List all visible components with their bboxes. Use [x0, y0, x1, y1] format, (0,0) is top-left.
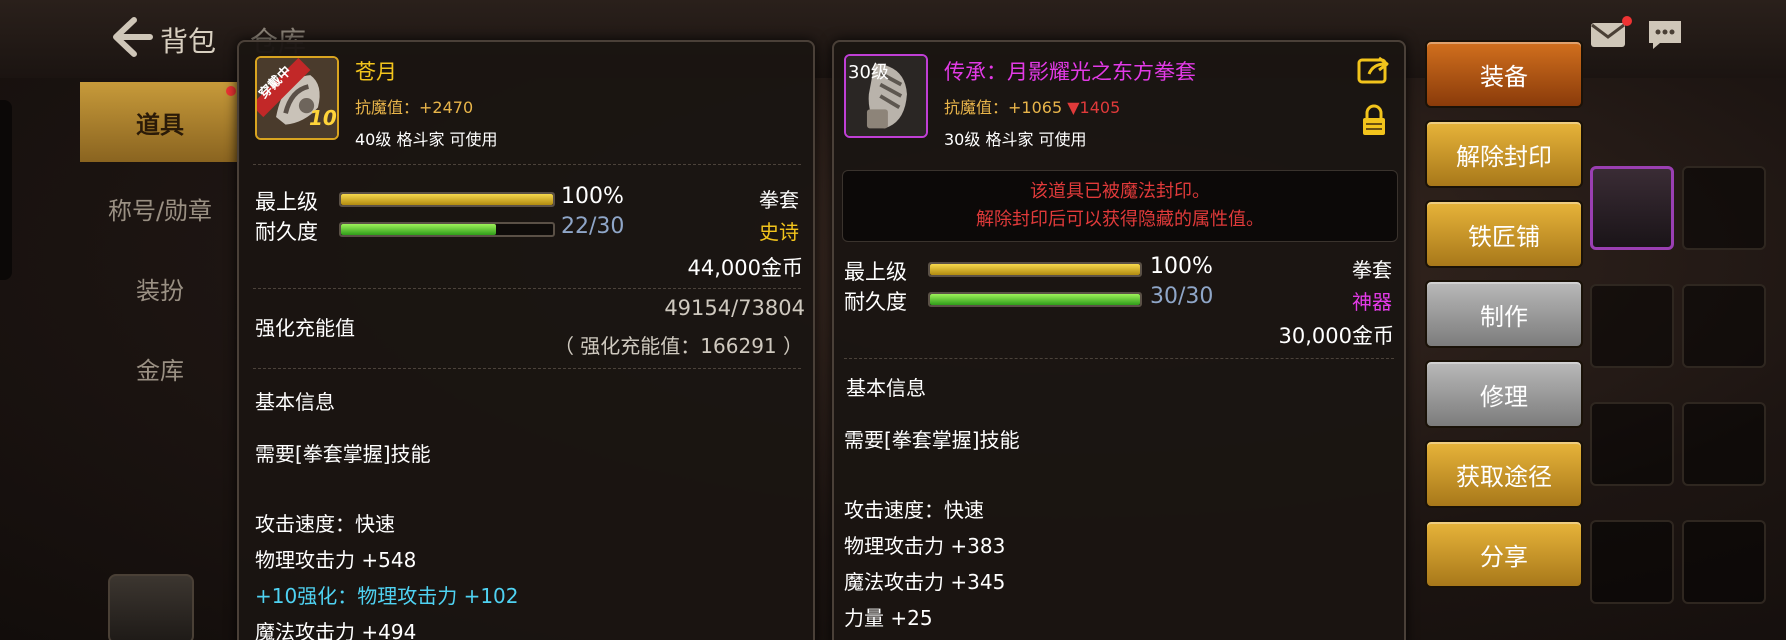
inventory-slot[interactable] — [1682, 402, 1766, 486]
resist-diff: ▼1405 — [1067, 98, 1121, 117]
charge-label: 强化充能值 — [255, 316, 355, 340]
unseal-button[interactable]: 解除封印 — [1425, 120, 1583, 188]
repair-button[interactable]: 修理 — [1425, 360, 1583, 428]
durability-label: 耐久度 — [255, 220, 318, 244]
info-line: +10强化：物理攻击力 +102 — [255, 584, 519, 608]
level-bar — [339, 192, 555, 207]
sealed-line: 该道具已被魔法封印。 — [1030, 181, 1210, 202]
charge-note: （ 强化充能值：166291 ） — [553, 334, 803, 358]
magic-resist: 抗魔值：+2470 — [355, 98, 474, 117]
nav-item-label: 道具 — [136, 110, 184, 139]
sealed-line: 解除封印后可以获得隐藏的属性值。 — [976, 209, 1264, 230]
notification-dot — [226, 86, 236, 96]
back-arrow-icon[interactable] — [104, 14, 154, 60]
info-line: 需要[拳套掌握]技能 — [844, 428, 1020, 452]
craft-button[interactable]: 制作 — [1425, 280, 1583, 348]
inventory-slot[interactable] — [1682, 166, 1766, 250]
requirement: 40级 格斗家 可使用 — [355, 130, 498, 149]
equip-button[interactable]: 装备 — [1425, 40, 1583, 108]
info-line: 魔法攻击力 +345 — [844, 570, 1006, 594]
level-label: 最上级 — [255, 190, 318, 214]
nav-item-label: 称号/勋章 — [107, 196, 213, 225]
item-price: 30,000金币 — [1278, 324, 1394, 348]
inventory-slot[interactable] — [1590, 402, 1674, 486]
nav-item-label: 装扮 — [136, 276, 184, 305]
inventory-slot[interactable] — [1590, 284, 1674, 368]
info-line: 物理攻击力 +383 — [844, 534, 1006, 558]
blacksmith-button[interactable]: 铁匠铺 — [1425, 200, 1583, 268]
nav-item-vault[interactable]: 金库 — [80, 328, 240, 408]
durability-bar-fill — [341, 224, 497, 235]
item-name: 传承：月影耀光之东方拳套 — [944, 60, 1196, 84]
compared-item-tooltip: 30级 传承：月影耀光之东方拳套 抗魔值：+1065 ▼1405 30级 格斗家… — [832, 40, 1406, 640]
inventory-slot[interactable] — [1682, 284, 1766, 368]
item-price: 44,000金币 — [687, 256, 803, 280]
level-bar — [928, 262, 1142, 277]
section-title: 基本信息 — [846, 376, 926, 400]
info-line: 需要[拳套掌握]技能 — [255, 442, 431, 466]
screen-edge — [0, 100, 12, 280]
durability-value: 30/30 — [1150, 284, 1214, 309]
info-line: 攻击速度：快速 — [255, 512, 395, 536]
info-line: 攻击速度：快速 — [844, 498, 984, 522]
level-value: 100% — [1150, 254, 1213, 279]
durability-bar — [339, 222, 555, 237]
sealed-notice: 该道具已被魔法封印。 解除封印后可以获得隐藏的属性值。 — [842, 170, 1398, 242]
level-label: 最上级 — [844, 260, 907, 284]
enhance-level: 10 — [309, 106, 337, 130]
chat-icon[interactable] — [1646, 18, 1684, 52]
inventory-slot[interactable] — [1682, 520, 1766, 604]
character-thumbnail[interactable] — [108, 574, 194, 640]
info-line: 力量 +25 — [844, 606, 933, 630]
level-value: 100% — [561, 184, 624, 209]
info-line: 物理攻击力 +548 — [255, 548, 417, 572]
lock-icon — [1362, 104, 1386, 136]
item-type: 拳套 — [1352, 258, 1392, 282]
item-type: 拳套 — [759, 188, 799, 212]
share-button[interactable]: 分享 — [1425, 520, 1583, 588]
nav-item-label: 金库 — [136, 356, 184, 385]
nav-item-props[interactable]: 道具 — [80, 82, 240, 162]
notification-dot — [1622, 16, 1632, 26]
durability-value: 22/30 — [561, 214, 625, 239]
info-line: 魔法攻击力 +494 — [255, 620, 417, 640]
mail-icon[interactable] — [1589, 20, 1627, 50]
divider — [253, 288, 801, 289]
share-icon[interactable] — [1357, 56, 1391, 86]
magic-resist-value: 抗魔值：+1065 — [944, 98, 1063, 117]
equipped-item-tooltip: 穿戴中 10 苍月 抗魔值：+2470 40级 格斗家 可使用 最上级 100%… — [237, 40, 815, 640]
divider — [844, 358, 1394, 359]
inventory-slot[interactable] — [1590, 520, 1674, 604]
item-level-badge: 30级 — [848, 62, 889, 83]
charge-value: 49154/73804 — [664, 296, 805, 320]
inventory-slot[interactable] — [1590, 166, 1674, 250]
requirement: 30级 格斗家 可使用 — [944, 130, 1087, 149]
durability-label: 耐久度 — [844, 290, 907, 314]
nav-item-titles[interactable]: 称号/勋章 — [80, 168, 240, 248]
rarity: 神器 — [1352, 290, 1392, 314]
divider — [253, 164, 801, 165]
acquire-source-button[interactable]: 获取途径 — [1425, 440, 1583, 508]
nav-item-costume[interactable]: 装扮 — [80, 248, 240, 328]
level-bar-fill — [930, 264, 1140, 275]
level-bar-fill — [341, 194, 553, 205]
durability-bar — [928, 292, 1142, 307]
durability-bar-fill — [930, 294, 1140, 305]
bag-tab[interactable]: 背包 — [160, 20, 216, 60]
rarity: 史诗 — [759, 220, 799, 244]
divider — [253, 368, 801, 369]
section-title: 基本信息 — [255, 390, 335, 414]
magic-resist: 抗魔值：+1065 ▼1405 — [944, 94, 1120, 118]
item-name: 苍月 — [355, 60, 397, 84]
